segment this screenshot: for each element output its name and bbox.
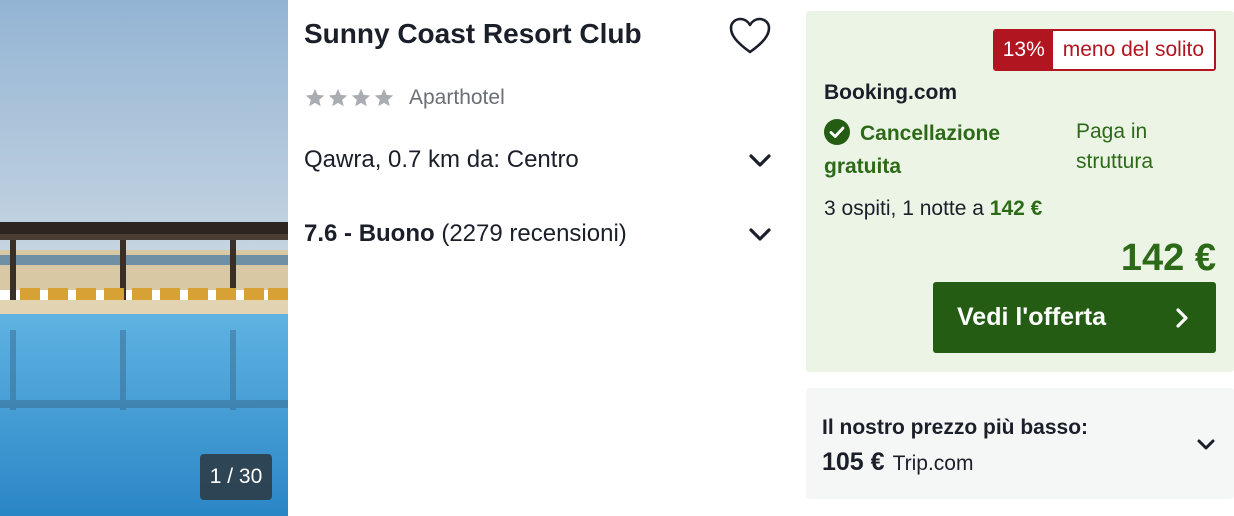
chevron-down-icon[interactable] — [1194, 432, 1218, 456]
hotel-type: Aparthotel — [409, 86, 505, 109]
pool-image — [0, 0, 288, 516]
view-offer-label: Vedi l'offerta — [957, 303, 1107, 331]
chevron-down-icon[interactable] — [746, 220, 774, 248]
lowest-price-label: Il nostro prezzo più basso: — [822, 416, 1089, 439]
lowest-price-value: 105 € Trip.com — [822, 448, 973, 477]
chevron-down-icon[interactable] — [746, 146, 774, 174]
lowest-price-panel[interactable]: Il nostro prezzo più basso: 105 € Trip.co… — [806, 388, 1234, 499]
discount-text: meno del solito — [1052, 31, 1214, 69]
discount-badge: 13% meno del solito — [992, 29, 1216, 71]
lowest-price-amount: 105 € — [822, 448, 885, 476]
offer-provider: Booking.com — [824, 81, 958, 104]
offer-panel: 13% meno del solito Booking.com Cancella… — [806, 11, 1234, 372]
guests-price: 142 € — [989, 197, 1043, 220]
hotel-info: Sunny Coast Resort Club Aparthotel Qawra… — [288, 0, 794, 516]
review-score: 7.6 - Buono — [304, 220, 435, 247]
discount-percent: 13% — [994, 31, 1053, 69]
location-row[interactable]: Qawra, 0.7 km da: Centro — [304, 146, 774, 174]
hotel-photo[interactable]: 1 / 30 — [0, 0, 288, 516]
reviews-row[interactable]: 7.6 - Buono (2279 recensioni) — [304, 220, 774, 248]
star-rating — [304, 87, 395, 109]
rating-row: Aparthotel — [304, 86, 505, 110]
star-icon — [351, 88, 371, 107]
hotel-name[interactable]: Sunny Coast Resort Club — [304, 18, 642, 50]
chevron-right-icon — [1176, 307, 1188, 328]
view-offer-button[interactable]: Vedi l'offerta — [933, 282, 1216, 353]
location-text: Qawra, 0.7 km da: Centro — [304, 146, 579, 173]
free-cancellation-label: Cancellazione gratuita — [824, 122, 1001, 178]
free-cancellation: Cancellazione gratuita — [824, 117, 1056, 183]
star-icon — [328, 88, 348, 107]
review-count: (2279 recensioni) — [441, 220, 627, 247]
photo-counter: 1 / 30 — [200, 454, 272, 500]
check-circle-icon — [824, 119, 850, 145]
pay-at-property: Paga in struttura — [1076, 120, 1154, 173]
review-summary: 7.6 - Buono (2279 recensioni) — [304, 220, 627, 248]
heart-icon[interactable] — [728, 16, 772, 56]
guests-text: 3 ospiti, 1 notte a — [824, 197, 984, 220]
lowest-price-provider: Trip.com — [892, 452, 974, 475]
star-icon — [305, 88, 325, 107]
star-icon — [374, 88, 394, 107]
guests-nights: 3 ospiti, 1 notte a 142 € — [824, 197, 1042, 221]
offer-price: 142 € — [1120, 237, 1216, 279]
